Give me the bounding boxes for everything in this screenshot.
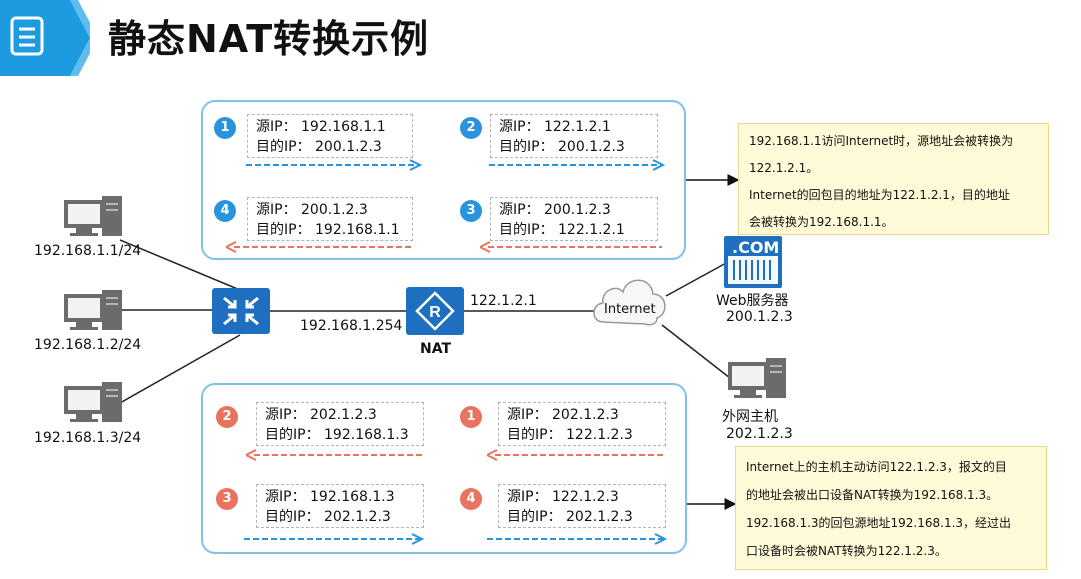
packet-box: 源IP： 202.1.2.3 目的IP： 192.168.1.3 <box>256 402 424 446</box>
flow-arrow-right <box>487 533 668 545</box>
pc-icon <box>64 290 122 330</box>
external-host-ip: 202.1.2.3 <box>726 426 793 442</box>
note-line: 122.1.2.1。 <box>749 161 819 175</box>
packet-dst: 目的IP： 202.1.2.3 <box>507 509 633 525</box>
packet-box: 源IP： 200.1.2.3 目的IP： 122.1.2.1 <box>490 197 658 241</box>
note-line: 192.168.1.3的回包源地址192.168.1.3，经过出 <box>746 516 1012 530</box>
packet-box: 源IP： 192.168.1.1 目的IP： 200.1.2.3 <box>247 114 413 158</box>
packet-dst: 目的IP： 200.1.2.3 <box>499 139 625 155</box>
step-number: 1 <box>460 406 482 428</box>
packet-box: 源IP： 192.168.1.3 目的IP： 202.1.2.3 <box>256 484 424 528</box>
packet-src: 源IP： 192.168.1.1 <box>256 119 386 135</box>
note-line: Internet的回包目的地址为122.1.2.1，目的地址 <box>749 188 1010 202</box>
packet-dst: 目的IP： 202.1.2.3 <box>265 509 391 525</box>
host-ip: 192.168.1.3/24 <box>34 430 142 446</box>
step-number: 1 <box>214 117 236 139</box>
note-line: 192.168.1.1访问Internet时，源地址会被转换为 <box>749 134 1014 148</box>
note-line: 的地址会被出口设备NAT转换为192.168.1.3。 <box>746 488 999 502</box>
step-number: 2 <box>216 406 238 428</box>
packet-box: 源IP： 122.1.2.3 目的IP： 202.1.2.3 <box>498 484 666 528</box>
packet-dst: 目的IP： 200.1.2.3 <box>256 139 382 155</box>
note-bottom: Internet上的主机主动访问122.1.2.3，报文的目 的地址会被出口设备… <box>735 446 1047 570</box>
pc-icon <box>64 196 122 236</box>
router-public-ip: 122.1.2.1 <box>470 293 537 309</box>
flow-arrow-left <box>487 449 665 461</box>
packet-src: 源IP： 122.1.2.1 <box>499 119 611 135</box>
note-line: Internet上的主机主动访问122.1.2.3，报文的目 <box>746 460 1007 474</box>
flow-arrow-right <box>246 159 423 171</box>
flow-arrow-left <box>480 241 662 253</box>
packet-box: 源IP： 202.1.2.3 目的IP： 122.1.2.3 <box>498 402 666 446</box>
svg-text:R: R <box>429 304 441 321</box>
cloud-label: Internet <box>604 302 656 317</box>
packet-dst: 目的IP： 192.168.1.1 <box>256 222 400 238</box>
packet-dst: 目的IP： 192.168.1.3 <box>265 427 409 443</box>
cloud-icon <box>593 279 666 326</box>
router-icon: R <box>406 287 464 335</box>
web-server-badge: .COM <box>732 238 780 257</box>
flow-arrow-left <box>226 241 414 253</box>
packet-src: 源IP： 202.1.2.3 <box>265 407 377 423</box>
pc-icon <box>64 382 122 422</box>
flow-arrow-right <box>489 159 666 171</box>
step-number: 4 <box>460 488 482 510</box>
packet-src: 源IP： 200.1.2.3 <box>256 202 368 218</box>
packet-src: 源IP： 202.1.2.3 <box>507 407 619 423</box>
step-number: 3 <box>460 200 482 222</box>
web-server-name: Web服务器 <box>716 293 789 309</box>
host-ip: 192.168.1.2/24 <box>34 337 142 353</box>
note-line: 会被转换为192.168.1.1。 <box>749 215 894 229</box>
note-top: 192.168.1.1访问Internet时，源地址会被转换为 122.1.2.… <box>738 123 1049 235</box>
step-number: 3 <box>216 488 238 510</box>
packet-box: 源IP： 200.1.2.3 目的IP： 192.168.1.1 <box>247 197 413 241</box>
external-host-name: 外网主机 <box>722 409 778 425</box>
switch-ip: 192.168.1.254 <box>300 318 403 334</box>
flow-arrow-left <box>246 449 424 461</box>
packet-dst: 目的IP： 122.1.2.1 <box>499 222 625 238</box>
packet-dst: 目的IP： 122.1.2.3 <box>507 427 633 443</box>
web-server-ip: 200.1.2.3 <box>726 309 793 325</box>
step-number: 4 <box>214 200 236 222</box>
router-name: NAT <box>420 341 452 357</box>
step-number: 2 <box>460 117 482 139</box>
pc-icon <box>728 358 786 398</box>
note-line: 口设备时会被NAT转换为122.1.2.3。 <box>746 544 947 558</box>
switch-icon <box>212 288 270 334</box>
packet-src: 源IP： 192.168.1.3 <box>265 489 395 505</box>
link-cloud-exthost <box>661 324 731 379</box>
host-ip: 192.168.1.1/24 <box>34 243 142 259</box>
packet-src: 源IP： 122.1.2.3 <box>507 489 619 505</box>
flow-arrow-right <box>244 533 425 545</box>
packet-src: 源IP： 200.1.2.3 <box>499 202 611 218</box>
packet-box: 源IP： 122.1.2.1 目的IP： 200.1.2.3 <box>490 114 658 158</box>
